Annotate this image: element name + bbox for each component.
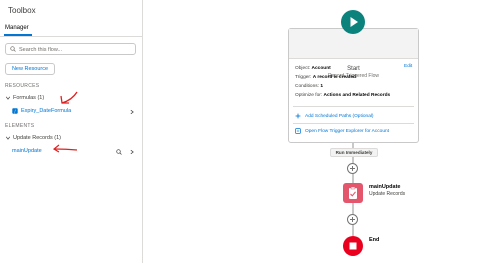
conditions-row: Conditions: 1 [295,84,324,89]
edit-link[interactable]: Edit [404,64,412,69]
stop-icon [349,242,357,250]
formula-item[interactable]: f Expiry_DateFormula [12,108,71,114]
play-triangle-icon [350,17,358,27]
annotation-arrow-icon [60,91,78,104]
search-input[interactable] [19,45,133,54]
update-node-name: mainUpdate [369,184,401,190]
tab-manager[interactable]: Manager [4,25,29,34]
update-item[interactable]: mainUpdate [12,148,42,154]
formulas-group-label: Formulas (1) [13,95,45,101]
trigger-value: A record is created [312,75,356,80]
new-resource-button[interactable]: New Resource [5,63,55,75]
card-divider [293,106,414,107]
chevron-down-icon [5,136,11,140]
optimize-value: Actions and Related Records [323,93,391,98]
update-records-node[interactable] [343,183,363,203]
search-box[interactable] [5,43,136,55]
chevron-right-icon[interactable] [129,109,135,115]
formula-icon: f [12,108,18,114]
chevron-right-icon[interactable] [129,149,135,155]
update-records-icon [349,186,357,199]
search-icon [10,46,16,52]
add-element-icon[interactable] [347,163,358,174]
conditions-value: 1 [320,84,324,89]
open-trigger-explorer-link[interactable]: Open Flow Trigger Explorer for Account [295,128,389,134]
add-scheduled-paths-link[interactable]: Add Scheduled Paths (Optional) [295,113,374,119]
update-records-group[interactable]: Update Records (1) [5,135,61,141]
run-immediately-label: Run Immediately [330,148,378,157]
update-item-label: mainUpdate [12,148,42,154]
object-row: Object: Account [295,66,331,71]
magnify-icon[interactable] [116,149,122,155]
object-value: Account [311,66,331,71]
add-icon [295,113,301,119]
add-element-icon[interactable] [347,214,358,225]
annotation-arrow-icon [52,144,78,153]
optimize-row: Optimize for: Actions and Related Record… [295,93,391,98]
formula-item-label: Expiry_DateFormula [21,108,72,114]
end-node[interactable] [343,236,363,256]
resources-section-label: RESOURCES [5,83,40,89]
end-label: End [369,237,380,243]
explorer-icon [295,128,301,134]
elements-section-label: ELEMENTS [5,123,35,129]
card-divider [293,123,414,124]
toolbox-divider [0,36,143,37]
chevron-down-icon [5,96,11,100]
update-records-group-label: Update Records (1) [13,135,61,141]
play-icon[interactable] [341,10,365,34]
update-node-type: Update Records [369,191,406,197]
trigger-row: Trigger: A record is created [295,75,356,80]
formulas-group[interactable]: Formulas (1) [5,95,44,101]
toolbox-title: Toolbox [8,6,36,15]
toolbox-panel: Toolbox Manager New Resource RESOURCES F… [0,0,143,263]
